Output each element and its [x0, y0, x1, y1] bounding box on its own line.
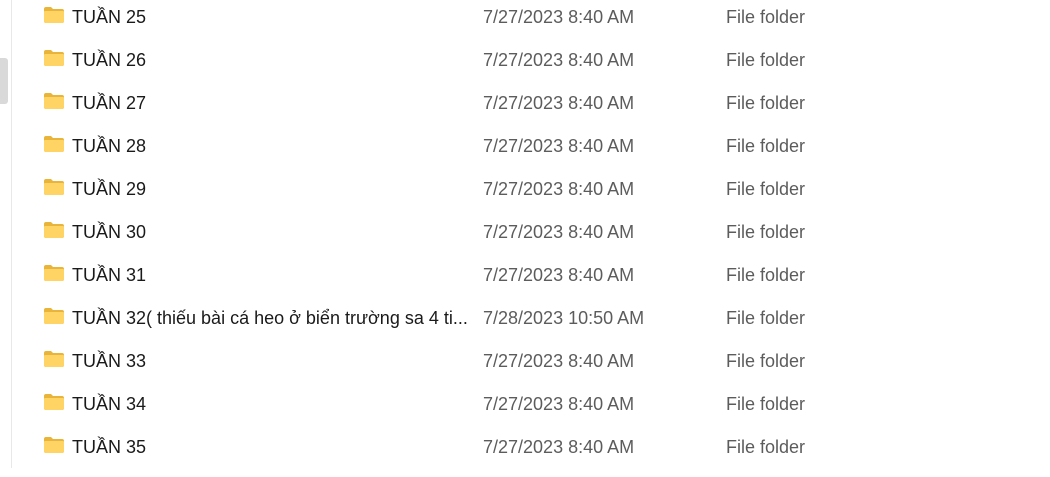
file-name: TUẦN 32( thiếu bài cá heo ở biển trường …: [72, 308, 468, 328]
folder-icon: [43, 6, 65, 24]
folder-icon: [43, 350, 65, 368]
file-date-modified: 7/27/2023 8:40 AM: [483, 136, 635, 156]
file-date-modified: 7/28/2023 10:50 AM: [483, 308, 645, 328]
file-type: File folder: [726, 222, 806, 242]
folder-icon: [43, 221, 65, 239]
file-name: TUẦN 35: [72, 437, 147, 457]
folder-icon: [43, 49, 65, 67]
file-date-modified: 7/27/2023 8:40 AM: [483, 222, 635, 242]
file-row-10[interactable]: TUẦN 34 7/27/2023 8:40 AM File folder: [12, 387, 1042, 430]
folder-icon: [43, 307, 65, 325]
file-type: File folder: [726, 437, 806, 457]
file-name: TUẦN 30: [72, 222, 147, 242]
folder-icon: [43, 92, 65, 110]
file-type: File folder: [726, 265, 806, 285]
file-row-3[interactable]: TUẦN 27 7/27/2023 8:40 AM File folder: [12, 86, 1042, 129]
file-row-7[interactable]: TUẦN 31 7/27/2023 8:40 AM File folder: [12, 258, 1042, 301]
file-type: File folder: [726, 394, 806, 414]
file-date-modified: 7/27/2023 8:40 AM: [483, 93, 635, 113]
file-date-modified: 7/27/2023 8:40 AM: [483, 351, 635, 371]
file-row-1[interactable]: TUẦN 25 7/27/2023 8:40 AM File folder: [12, 0, 1042, 43]
file-date-modified: 7/27/2023 8:40 AM: [483, 179, 635, 199]
file-name: TUẦN 28: [72, 136, 147, 156]
file-type: File folder: [726, 308, 806, 328]
file-type: File folder: [726, 179, 806, 199]
file-date-modified: 7/27/2023 8:40 AM: [483, 50, 635, 70]
file-row-6[interactable]: TUẦN 30 7/27/2023 8:40 AM File folder: [12, 215, 1042, 258]
file-name: TUẦN 25: [72, 7, 147, 27]
file-row-11[interactable]: TUẦN 35 7/27/2023 8:40 AM File folder: [12, 430, 1042, 473]
file-explorer-window: TUẦN 25 7/27/2023 8:40 AM File folder TU…: [0, 0, 1050, 477]
file-name: TUẦN 26: [72, 50, 147, 70]
file-row-9[interactable]: TUẦN 33 7/27/2023 8:40 AM File folder: [12, 344, 1042, 387]
file-row-2[interactable]: TUẦN 26 7/27/2023 8:40 AM File folder: [12, 43, 1042, 86]
file-type: File folder: [726, 7, 806, 27]
file-row-8[interactable]: TUẦN 32( thiếu bài cá heo ở biển trường …: [12, 301, 1042, 344]
vertical-scrollbar-thumb[interactable]: [0, 58, 8, 104]
file-date-modified: 7/27/2023 8:40 AM: [483, 7, 635, 27]
folder-icon: [43, 436, 65, 454]
file-type: File folder: [726, 351, 806, 371]
file-type: File folder: [726, 93, 806, 113]
file-list: TUẦN 25 7/27/2023 8:40 AM File folder TU…: [12, 0, 1042, 473]
file-date-modified: 7/27/2023 8:40 AM: [483, 437, 635, 457]
file-name: TUẦN 33: [72, 351, 147, 371]
file-type: File folder: [726, 136, 806, 156]
file-row-4[interactable]: TUẦN 28 7/27/2023 8:40 AM File folder: [12, 129, 1042, 172]
folder-icon: [43, 178, 65, 196]
file-date-modified: 7/27/2023 8:40 AM: [483, 394, 635, 414]
file-type: File folder: [726, 50, 806, 70]
folder-icon: [43, 135, 65, 153]
file-name: TUẦN 27: [72, 93, 147, 113]
folder-icon: [43, 264, 65, 282]
file-name: TUẦN 29: [72, 179, 147, 199]
file-name: TUẦN 34: [72, 394, 147, 414]
folder-icon: [43, 393, 65, 411]
file-name: TUẦN 31: [72, 265, 147, 285]
file-date-modified: 7/27/2023 8:40 AM: [483, 265, 635, 285]
file-row-5[interactable]: TUẦN 29 7/27/2023 8:40 AM File folder: [12, 172, 1042, 215]
